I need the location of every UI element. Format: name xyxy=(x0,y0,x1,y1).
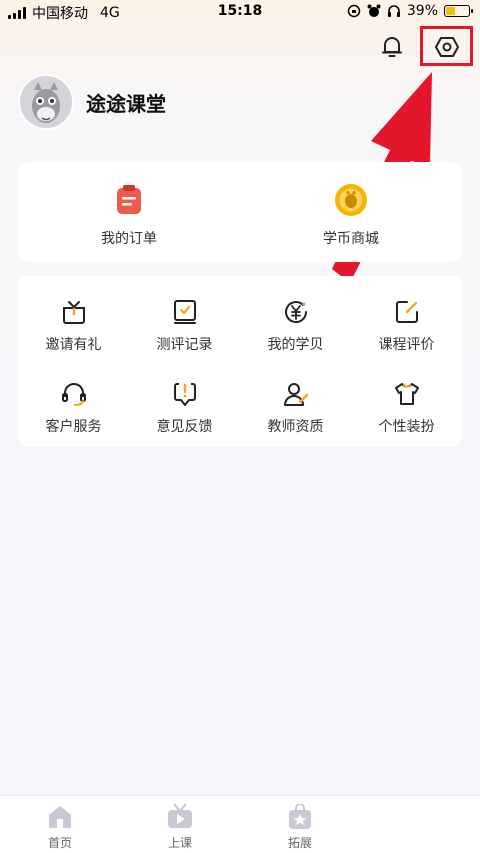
services-card: 邀请有礼 测评记录 我的学贝 课程评价 客户服务 意见反馈 教师资质 个性装扮 xyxy=(18,276,462,447)
tab-label: 上课 xyxy=(167,836,192,850)
coin-shop-label: 学币商城 xyxy=(323,231,379,247)
quick-actions-card: 我的订单 学币商城 xyxy=(18,162,462,262)
horse-avatar xyxy=(20,76,72,128)
service-label: 意见反馈 xyxy=(156,419,213,435)
notification-button[interactable] xyxy=(378,33,406,61)
tab-expand[interactable]: 拓展 xyxy=(270,803,330,851)
tab-label: 首页 xyxy=(47,836,72,850)
bottom-tab-bar: 首页 上课 拓展 xyxy=(0,795,480,853)
gift-icon xyxy=(62,301,85,324)
assessment-record-button[interactable]: 测评记录 xyxy=(129,298,240,354)
service-label: 课程评价 xyxy=(378,337,435,353)
battery-icon xyxy=(444,5,473,17)
course-review-button[interactable]: 课程评价 xyxy=(351,298,462,354)
yuan-coin-icon xyxy=(284,301,307,324)
customer-service-button[interactable]: 客户服务 xyxy=(18,380,129,436)
highlight-box xyxy=(420,26,473,66)
coin-shop-icon xyxy=(335,184,367,216)
alarm-icon xyxy=(367,4,381,17)
status-bar: 中国移动 4G 15:18 39% xyxy=(0,0,480,24)
home-icon xyxy=(49,806,71,828)
my-orders-button[interactable]: 我的订单 xyxy=(18,182,240,248)
lock-rotation-icon xyxy=(347,4,361,18)
my-xuebei-button[interactable]: 我的学贝 xyxy=(240,298,351,354)
personal-dressup-button[interactable]: 个性装扮 xyxy=(351,380,462,436)
edit-review-icon xyxy=(395,301,418,323)
tab-label: 拓展 xyxy=(287,836,312,850)
feedback-button[interactable]: 意见反馈 xyxy=(129,380,240,436)
service-label: 个性装扮 xyxy=(378,419,435,435)
star-bag-icon xyxy=(289,803,311,829)
invite-gift-button[interactable]: 邀请有礼 xyxy=(18,298,129,354)
profile-header[interactable]: 途途课堂 xyxy=(18,74,166,130)
teacher-qualification-button[interactable]: 教师资质 xyxy=(240,380,351,436)
headset-icon xyxy=(61,383,86,406)
order-clipboard-icon xyxy=(117,185,141,214)
service-label: 我的学贝 xyxy=(267,337,324,353)
assessment-record-icon xyxy=(173,300,196,324)
service-label: 测评记录 xyxy=(156,337,213,353)
service-label: 客户服务 xyxy=(45,419,102,435)
tab-home[interactable]: 首页 xyxy=(30,804,90,851)
tv-play-icon xyxy=(168,803,192,828)
avatar[interactable] xyxy=(18,74,74,130)
tab-class[interactable]: 上课 xyxy=(150,803,210,851)
battery-percent: 39% xyxy=(406,3,438,19)
coin-shop-button[interactable]: 学币商城 xyxy=(240,182,462,248)
username: 途途课堂 xyxy=(86,91,166,116)
service-label: 邀请有礼 xyxy=(45,337,102,353)
tshirt-icon xyxy=(394,383,419,405)
my-orders-label: 我的订单 xyxy=(101,231,157,247)
feedback-icon xyxy=(173,383,196,406)
headphones-icon xyxy=(387,5,400,17)
teacher-icon xyxy=(283,383,308,406)
bell-icon xyxy=(382,37,402,57)
service-label: 教师资质 xyxy=(267,419,324,435)
